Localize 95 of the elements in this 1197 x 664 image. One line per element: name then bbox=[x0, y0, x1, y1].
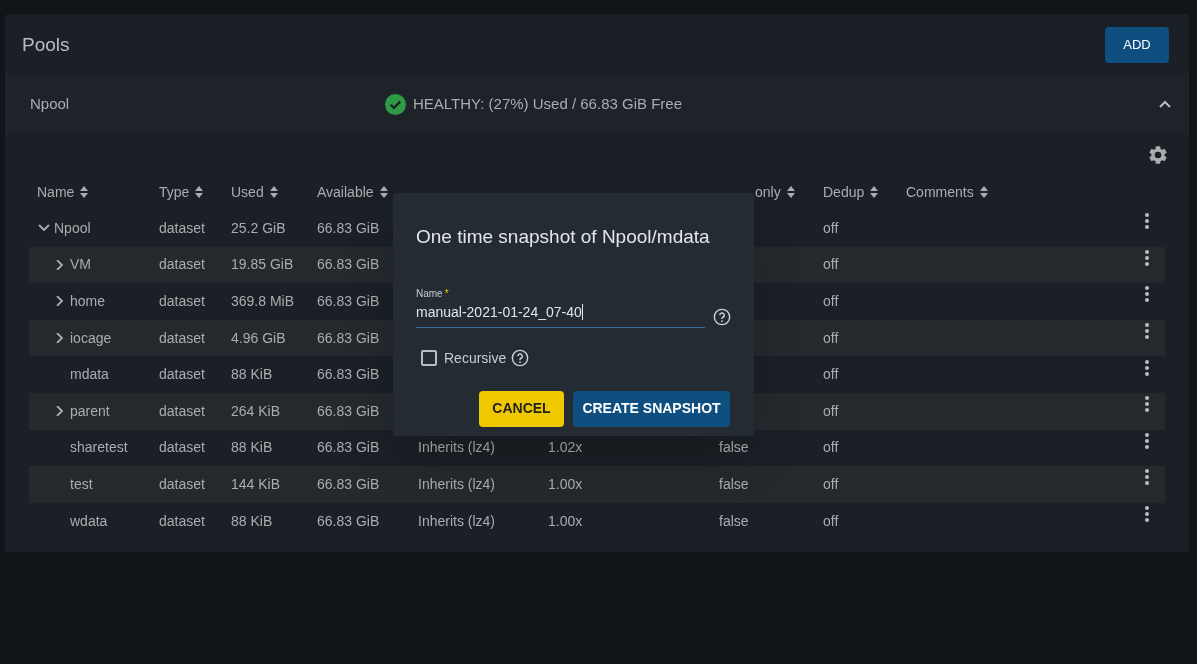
table-cell-text: dataset bbox=[159, 218, 205, 238]
table-cell-text: dataset bbox=[159, 474, 205, 494]
more-options-icon[interactable] bbox=[1145, 249, 1149, 266]
table-cell-text: dataset bbox=[159, 328, 205, 348]
column-header[interactable]: Name bbox=[37, 181, 75, 203]
column-header[interactable]: Available bbox=[317, 181, 374, 203]
table-cell-text: dataset bbox=[159, 438, 205, 458]
table-cell-text: 19.85 GiB bbox=[231, 255, 294, 275]
table-cell-text: off bbox=[823, 218, 839, 238]
table-cell-text: Inherits (lz4) bbox=[418, 474, 496, 494]
column-header[interactable]: Dedup bbox=[823, 181, 865, 203]
dialog-title: One time snapshot of Npool/mdata bbox=[416, 225, 711, 249]
cancel-button[interactable]: CANCEL bbox=[479, 390, 564, 427]
table-cell-text: false bbox=[719, 474, 749, 494]
table-cell-text: Inherits (lz4) bbox=[418, 438, 496, 458]
table-cell-text: 66.83 GiB bbox=[317, 328, 380, 348]
column-header[interactable]: only bbox=[755, 181, 781, 203]
more-options-icon[interactable] bbox=[1145, 323, 1149, 340]
table-cell-text: 66.83 GiB bbox=[317, 511, 380, 531]
more-options-icon[interactable] bbox=[1145, 432, 1149, 449]
table-cell-text: off bbox=[823, 255, 839, 275]
table-cell-text: 66.83 GiB bbox=[317, 438, 380, 458]
column-header[interactable]: Used bbox=[231, 181, 264, 203]
table-cell-text: 66.83 GiB bbox=[317, 218, 380, 238]
dataset-name: VM bbox=[70, 255, 91, 275]
recursive-checkbox[interactable] bbox=[421, 350, 437, 366]
sort-icon[interactable] bbox=[379, 186, 388, 198]
required-mark: * bbox=[444, 287, 449, 300]
table-cell-text: dataset bbox=[159, 511, 205, 531]
table-cell-text: off bbox=[823, 438, 839, 458]
dataset-name: sharetest bbox=[70, 438, 128, 458]
dataset-name: mdata bbox=[70, 365, 109, 385]
add-button[interactable]: ADD bbox=[1105, 27, 1169, 63]
table-cell-text: dataset bbox=[159, 255, 205, 275]
table-cell-text: 144 KiB bbox=[231, 474, 281, 494]
name-field[interactable]: Name * manual-2021-01-24_07-40 bbox=[416, 287, 705, 328]
table-cell-text: Inherits (lz4) bbox=[418, 511, 496, 531]
dataset-name: wdata bbox=[70, 511, 108, 531]
table-cell-text: dataset bbox=[159, 292, 205, 311]
more-options-icon[interactable] bbox=[1145, 506, 1149, 523]
table-cell-text: dataset bbox=[159, 365, 205, 385]
table-cell-text: 1.00x bbox=[548, 511, 583, 531]
sort-icon[interactable] bbox=[80, 186, 89, 198]
table-cell-text: off bbox=[823, 511, 839, 531]
create-snapshot-button[interactable]: CREATE SNAPSHOT bbox=[573, 390, 730, 427]
table-cell-text: dataset bbox=[159, 401, 205, 421]
table-cell-text: 88 KiB bbox=[231, 438, 273, 458]
table-cell-text: off bbox=[823, 292, 839, 311]
column-header[interactable]: Comments bbox=[906, 181, 974, 203]
sort-icon[interactable] bbox=[870, 186, 879, 198]
chevron-icon[interactable] bbox=[1158, 99, 1172, 109]
table-cell-text: 66.83 GiB bbox=[317, 255, 380, 275]
help-icon[interactable] bbox=[511, 349, 530, 367]
more-options-icon[interactable] bbox=[1145, 396, 1149, 413]
field-label: Name bbox=[416, 287, 443, 300]
more-options-icon[interactable] bbox=[1145, 469, 1149, 486]
settings-icon[interactable] bbox=[1147, 144, 1169, 166]
recursive-label: Recursive bbox=[444, 348, 507, 368]
table-cell-text: false bbox=[719, 438, 749, 458]
dataset-name: home bbox=[70, 292, 106, 311]
table-cell-text: 4.96 GiB bbox=[231, 328, 286, 348]
table-cell-text: 88 KiB bbox=[231, 511, 273, 531]
table-cell-text: 1.00x bbox=[548, 474, 583, 494]
table-cell-text: false bbox=[719, 511, 749, 531]
dataset-name: Npool bbox=[54, 218, 91, 238]
pool-name: Npool bbox=[30, 93, 71, 114]
table-cell-text: off bbox=[823, 401, 839, 421]
page-title: Pools bbox=[22, 32, 70, 57]
table-cell-text: 66.83 GiB bbox=[317, 365, 380, 385]
help-icon[interactable] bbox=[713, 307, 731, 326]
table-cell-text: 264 KiB bbox=[231, 401, 281, 421]
chevron-icon[interactable] bbox=[37, 223, 51, 234]
more-options-icon[interactable] bbox=[1145, 359, 1149, 376]
table-cell-text: off bbox=[823, 474, 839, 494]
table-cell-text: 66.83 GiB bbox=[317, 474, 380, 494]
sort-icon[interactable] bbox=[195, 186, 204, 198]
sort-icon[interactable] bbox=[786, 186, 795, 198]
table-cell-text: 88 KiB bbox=[231, 365, 273, 385]
dataset-name: parent bbox=[70, 401, 110, 421]
table-cell-text: 25.2 GiB bbox=[231, 218, 286, 238]
field-value: manual-2021-01-24_07-40 bbox=[416, 302, 582, 322]
sort-icon[interactable] bbox=[979, 186, 988, 198]
sort-icon[interactable] bbox=[269, 186, 278, 198]
table-cell-text: 66.83 GiB bbox=[317, 292, 380, 311]
more-options-icon[interactable] bbox=[1145, 213, 1149, 230]
dataset-name: test bbox=[70, 474, 93, 494]
table-cell-text: off bbox=[823, 328, 839, 348]
column-header[interactable]: Type bbox=[159, 181, 190, 203]
table-cell-text: off bbox=[823, 365, 839, 385]
table-cell-text: 66.83 GiB bbox=[317, 401, 380, 421]
dataset-name: iocage bbox=[70, 328, 112, 348]
more-options-icon[interactable] bbox=[1145, 286, 1149, 303]
table-cell-text: 369.8 MiB bbox=[231, 292, 295, 311]
pool-status: HEALTHY: (27%) Used / 66.83 GiB Free bbox=[413, 93, 682, 114]
table-cell-text: 1.02x bbox=[548, 438, 583, 458]
